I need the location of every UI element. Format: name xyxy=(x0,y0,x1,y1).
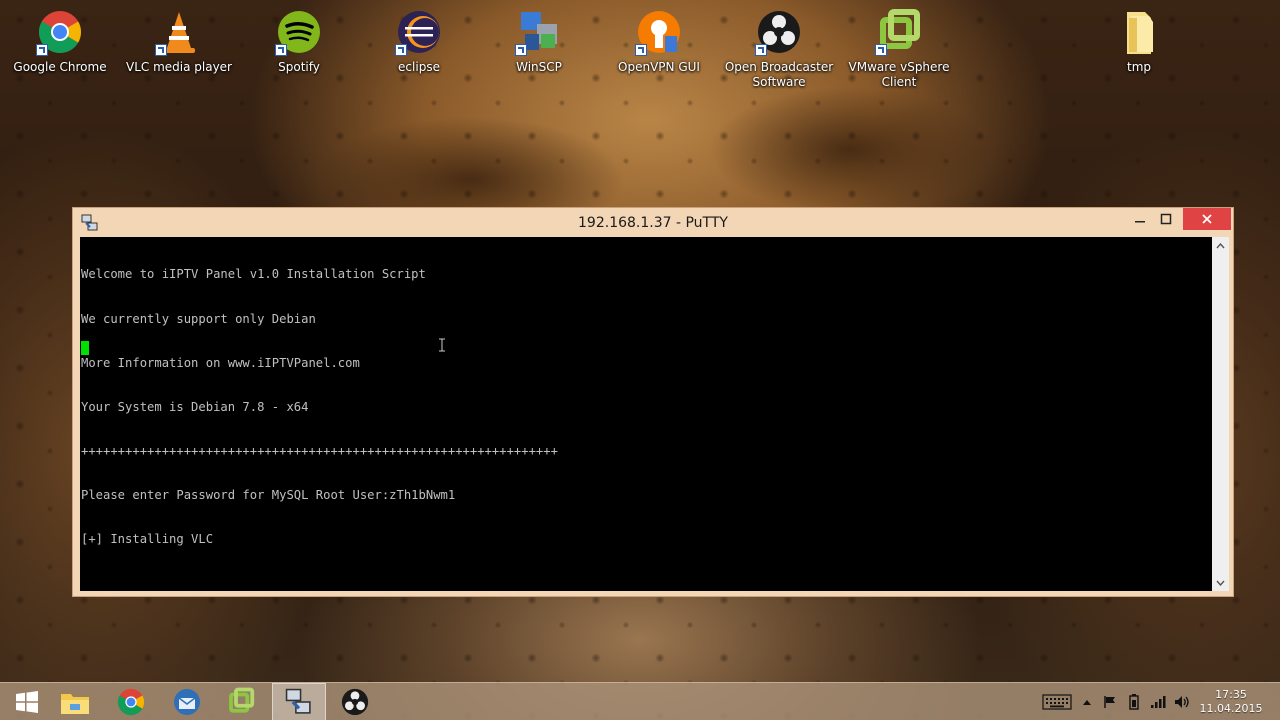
desktop-icon-label: Open Broadcaster Software xyxy=(724,60,834,89)
desktop-icon-label: VMware vSphere Client xyxy=(848,60,950,89)
desktop-icon-vsphere[interactable]: VMware vSphere Client xyxy=(844,4,954,94)
show-hidden-icons-button[interactable] xyxy=(1078,683,1096,720)
maximize-icon xyxy=(1160,213,1172,225)
close-button[interactable] xyxy=(1183,208,1231,230)
scroll-down-button[interactable] xyxy=(1212,574,1229,591)
terminal-line: More Information on www.iIPTVPanel.com xyxy=(81,355,360,370)
shortcut-arrow-icon xyxy=(875,44,887,56)
taskbar-clock[interactable]: 17:35 11.04.2015 xyxy=(1196,688,1266,716)
putty-window[interactable]: 192.168.1.37 - PuTTY Welcome to iIPTV Pa… xyxy=(72,207,1234,597)
terminal-line: Your System is Debian 7.8 - x64 xyxy=(81,399,309,414)
terminal-cursor xyxy=(81,341,89,355)
eclipse-icon xyxy=(395,8,443,56)
taskbar-obs[interactable] xyxy=(328,683,382,720)
vertical-scrollbar[interactable] xyxy=(1212,237,1229,591)
shortcut-arrow-icon xyxy=(395,44,407,56)
desktop-icon-tmp-folder[interactable]: tmp xyxy=(1084,4,1194,94)
winscp-icon xyxy=(515,8,563,56)
network-button[interactable] xyxy=(1148,683,1168,720)
taskbar-file-explorer[interactable] xyxy=(48,683,102,720)
network-signal-icon xyxy=(1151,696,1166,708)
file-explorer-icon xyxy=(61,694,89,714)
desktop-icon-label: VLC media player xyxy=(125,60,232,74)
desktop-icon-winscp[interactable]: WinSCP xyxy=(484,4,594,94)
minimize-button[interactable] xyxy=(1127,208,1153,230)
desktop-icon-label: Spotify xyxy=(278,60,320,74)
close-icon xyxy=(1202,214,1212,224)
chevron-up-icon xyxy=(1083,699,1091,705)
taskbar-chrome[interactable] xyxy=(104,683,158,720)
obs-icon xyxy=(755,8,803,56)
thunderbird-icon xyxy=(174,689,200,715)
vsphere-icon xyxy=(229,687,255,713)
desktop-icon-label: OpenVPN GUI xyxy=(618,60,700,74)
taskbar-thunderbird[interactable] xyxy=(160,683,214,720)
clock-date: 11.04.2015 xyxy=(1199,702,1263,715)
scroll-up-button[interactable] xyxy=(1212,237,1229,254)
volume-button[interactable] xyxy=(1172,683,1192,720)
terminal-line: ++++++++++++++++++++++++++++++++++++++++… xyxy=(81,443,558,458)
taskbar-vsphere[interactable] xyxy=(214,683,268,720)
folder-icon xyxy=(1115,8,1163,56)
taskbar-putty[interactable] xyxy=(272,683,326,720)
openvpn-icon xyxy=(635,8,683,56)
window-titlebar[interactable]: 192.168.1.37 - PuTTY xyxy=(73,208,1233,238)
desktop-icon-eclipse[interactable]: eclipse xyxy=(364,4,474,94)
vlc-icon xyxy=(155,8,203,56)
shortcut-arrow-icon xyxy=(515,44,527,56)
shortcut-arrow-icon xyxy=(155,44,167,56)
desktop-icon-google-chrome[interactable]: Google Chrome xyxy=(5,4,115,94)
shortcut-arrow-icon xyxy=(755,44,767,56)
desktop-icon-spotify[interactable]: Spotify xyxy=(244,4,354,94)
terminal-line: We currently support only Debian xyxy=(81,311,316,326)
desktop-icon-obs[interactable]: Open Broadcaster Software xyxy=(724,4,834,94)
desktop-icon-label: eclipse xyxy=(398,60,440,74)
shortcut-arrow-icon xyxy=(635,44,647,56)
terminal-line: Please enter Password for MySQL Root Use… xyxy=(81,487,456,502)
shortcut-arrow-icon xyxy=(275,44,287,56)
minimize-icon xyxy=(1135,221,1145,223)
obs-icon xyxy=(341,688,369,716)
chrome-icon xyxy=(117,688,145,716)
start-button[interactable] xyxy=(0,683,54,720)
action-center-button[interactable] xyxy=(1100,683,1120,720)
putty-icon xyxy=(285,688,311,714)
chevron-down-icon xyxy=(1216,580,1225,586)
desktop-icon-label: tmp xyxy=(1126,60,1151,74)
desktop-icon-label: Google Chrome xyxy=(13,60,107,74)
volume-icon xyxy=(1175,696,1189,708)
clock-time: 17:35 xyxy=(1215,688,1247,701)
action-center-flag-icon xyxy=(1104,696,1115,708)
start-windows-icon xyxy=(16,691,38,713)
power-button[interactable] xyxy=(1124,683,1144,720)
chrome-icon xyxy=(36,8,84,56)
desktop-icon-label: WinSCP xyxy=(516,60,562,74)
window-title: 192.168.1.37 - PuTTY xyxy=(578,215,728,231)
maximize-button[interactable] xyxy=(1153,208,1179,230)
touch-keyboard-button[interactable] xyxy=(1040,683,1074,720)
terminal-line: [+] Installing VLC xyxy=(81,531,214,546)
desktop-icon-openvpn[interactable]: OpenVPN GUI xyxy=(604,4,714,94)
ibeam-cursor-icon xyxy=(438,337,446,352)
vsphere-icon xyxy=(875,8,923,56)
chevron-up-icon xyxy=(1216,242,1225,248)
terminal-area[interactable]: Welcome to iIPTV Panel v1.0 Installation… xyxy=(80,237,1212,591)
desktop-icon-vlc[interactable]: VLC media player xyxy=(124,4,234,94)
power-icon xyxy=(1129,694,1139,710)
terminal-output: Welcome to iIPTV Panel v1.0 Installation… xyxy=(80,237,1212,576)
keyboard-icon xyxy=(1042,694,1072,710)
desktop: Google Chrome VLC media player Spotify e… xyxy=(0,0,1280,720)
spotify-icon xyxy=(275,8,323,56)
terminal-line: Welcome to iIPTV Panel v1.0 Installation… xyxy=(81,267,426,282)
shortcut-arrow-icon xyxy=(36,44,48,56)
taskbar: 17:35 11.04.2015 xyxy=(0,682,1280,720)
